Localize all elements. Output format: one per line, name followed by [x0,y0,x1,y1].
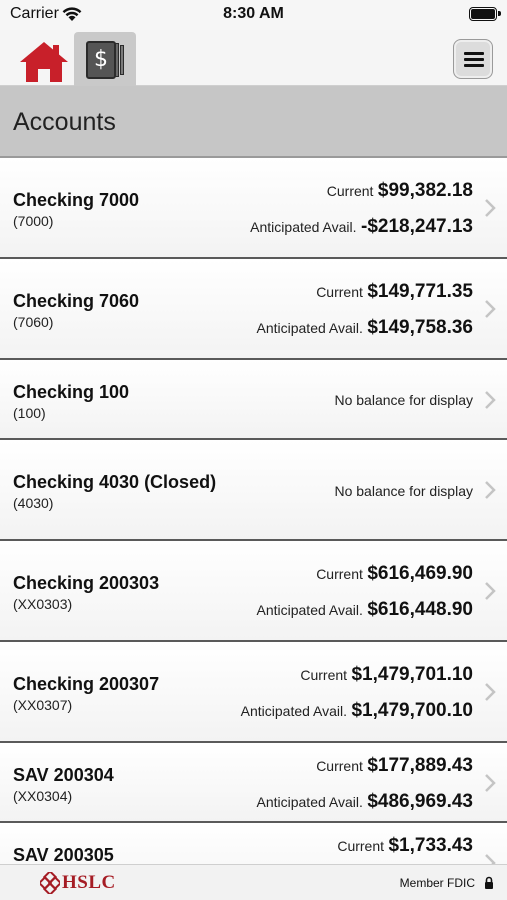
chevron-right-icon [485,774,496,792]
current-label: Current [316,566,363,582]
battery-icon [469,7,501,21]
anticipated-balance-line: Anticipated Avail. $1,479,700.10 [241,700,473,722]
account-name: Checking 7060 [13,291,140,311]
account-name: Checking 200307 [13,674,160,694]
anticipated-balance-line: Anticipated Avail. $486,969.43 [257,791,474,813]
clock-time: 8:30 AM [223,5,284,22]
logo-emblem-icon [40,872,60,894]
current-label: Current [316,758,363,774]
account-name: SAV 200305 [13,845,114,864]
menu-button[interactable] [453,39,493,79]
account-number: (4030) [13,495,54,511]
current-balance-line: Current $149,771.35 [316,281,473,303]
account-name: Checking 7000 [13,190,140,210]
anticipated-balance-line: Anticipated Avail. $616,448.90 [257,599,474,621]
lock-icon [485,876,493,889]
status-bar: Carrier 8:30 AM [0,0,507,30]
current-balance: $1,733.43 [388,835,473,856]
current-label: Current [337,838,385,854]
hamburger-menu-icon [464,52,484,55]
account-name: SAV 200304 [13,765,114,785]
current-label: Current [316,284,363,300]
current-balance-line: Current $177,889.43 [316,755,473,777]
current-label: Current [326,183,374,199]
top-nav-bar: $ [0,30,507,86]
account-row[interactable]: Checking 7000 (7000) Current $99,382.18 … [0,158,507,259]
anticipated-balance: $486,969.43 [367,791,473,812]
anticipated-balance-line: Anticipated Avail. $149,758.36 [257,317,474,339]
account-name: Checking 4030 (Closed) [13,472,217,492]
current-balance-line: Current $1,479,701.10 [300,664,473,686]
chevron-right-icon [485,199,496,217]
account-row[interactable]: Checking 200303 (XX0303) Current $616,46… [0,541,507,642]
chevron-right-icon [485,582,496,600]
member-fdic-label: Member FDIC [399,876,475,890]
footer-bar: HSLC Member FDIC [0,864,507,900]
logo-text: HSLC [62,872,116,893]
anticipated-balance: $1,479,700.10 [351,700,473,721]
chevron-right-icon [485,683,496,701]
current-balance-line: Current $99,382.18 [327,180,473,202]
current-label: Current [300,667,348,683]
current-balance: $616,469.90 [367,563,473,584]
chevron-right-icon [485,300,496,318]
current-balance: $99,382.18 [377,180,473,201]
current-balance: $149,771.35 [367,281,473,302]
anticipated-label: Anticipated Avail. [256,602,363,618]
section-header: Accounts [0,86,507,158]
account-number: (7000) [13,213,54,229]
anticipated-balance: -$218,247.13 [361,216,473,237]
statement-dollar-icon: $ [86,41,116,79]
current-balance-line: Current $616,469.90 [316,563,473,585]
anticipated-label: Anticipated Avail. [256,320,363,336]
page-title: Accounts [13,108,116,136]
account-number: (7060) [13,314,54,330]
chevron-right-icon [485,481,496,499]
current-balance: $1,479,701.10 [351,664,473,685]
account-row[interactable]: Checking 4030 (Closed) (4030) No balance… [0,440,507,541]
account-row[interactable]: SAV 200304 (XX0304) Current $177,889.43 … [0,743,507,823]
anticipated-label: Anticipated Avail. [240,703,348,719]
account-number: (100) [13,405,46,421]
anticipated-label: Anticipated Avail. [250,219,357,235]
account-list[interactable]: Checking 7000 (7000) Current $99,382.18 … [0,158,507,864]
account-row[interactable]: Checking 7060 (7060) Current $149,771.35… [0,259,507,360]
account-row[interactable]: Checking 200307 (XX0307) Current $1,479,… [0,642,507,743]
account-row[interactable]: Checking 100 (100) No balance for displa… [0,360,507,440]
accounts-tab[interactable]: $ [74,32,136,86]
anticipated-balance-line: Anticipated Avail. -$218,247.13 [250,216,473,238]
no-balance-message: No balance for display [334,483,473,499]
chevron-right-icon [485,854,496,864]
current-balance: $177,889.43 [367,755,473,776]
no-balance-message: No balance for display [334,392,473,408]
chevron-right-icon [485,391,496,409]
current-balance-line: Current $1,733.43 [337,835,473,857]
anticipated-balance: $616,448.90 [367,599,473,620]
account-number: (XX0303) [13,596,73,612]
account-number: (XX0307) [13,697,73,713]
account-number: (XX0304) [13,788,73,804]
account-row[interactable]: SAV 200305 Current $1,733.43 [0,823,507,864]
account-name: Checking 100 [13,382,130,402]
anticipated-balance: $149,758.36 [367,317,473,338]
account-name: Checking 200303 [13,573,160,593]
home-icon[interactable] [18,40,70,84]
anticipated-label: Anticipated Avail. [256,794,363,810]
